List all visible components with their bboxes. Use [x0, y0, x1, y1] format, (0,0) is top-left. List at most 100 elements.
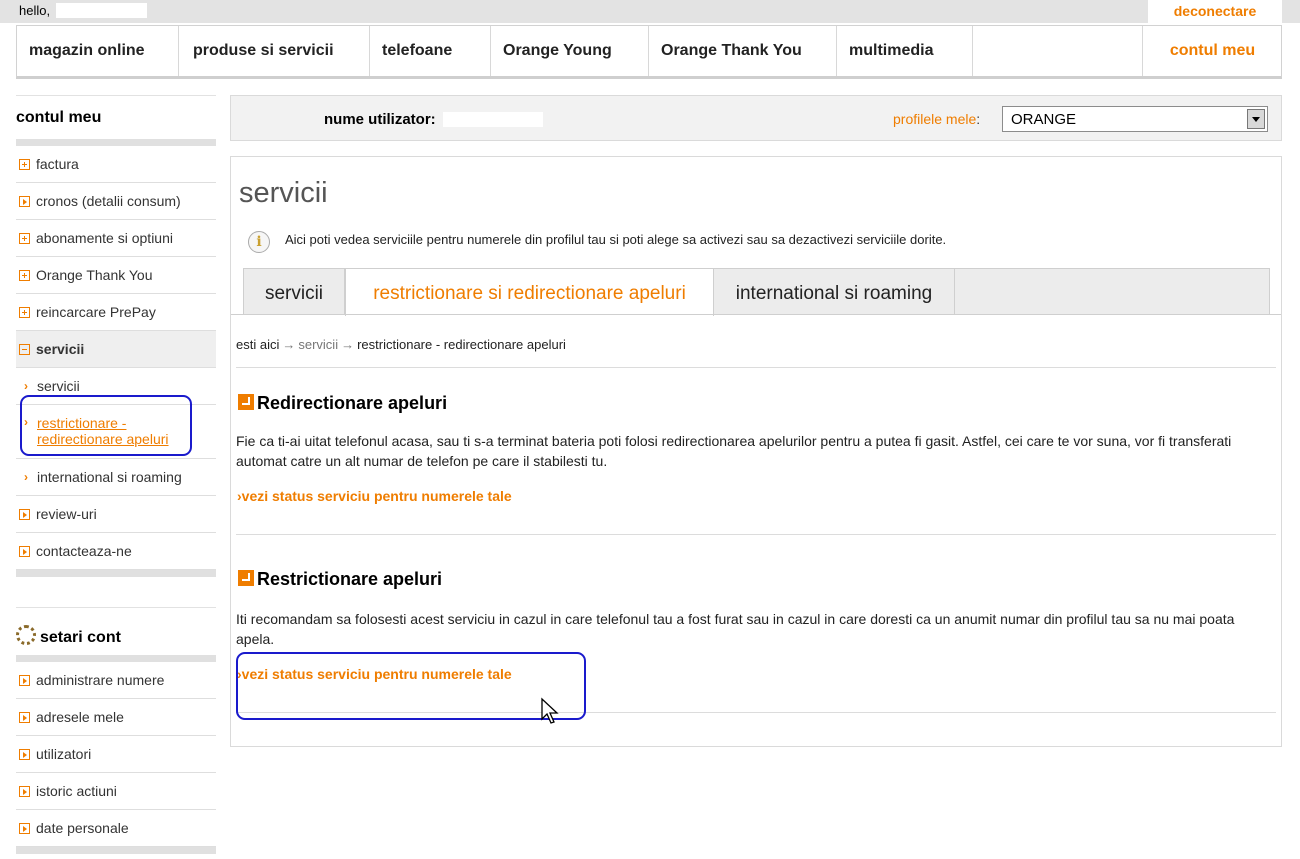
sidebar-item-servicii[interactable]: servicii [16, 331, 216, 368]
nav-contul-meu[interactable]: contul meu [1142, 26, 1282, 76]
status-link-redirectionare[interactable]: ›vezi status serviciu pentru numerele ta… [237, 488, 512, 504]
chevron-right-icon: › [24, 470, 28, 484]
sidebar-item-label: factura [36, 156, 79, 172]
arrow-icon [19, 195, 30, 207]
greeting: hello, [19, 3, 51, 18]
arrow-icon [19, 711, 30, 723]
sidebar-item-label: istoric actiuni [36, 783, 117, 799]
expand-icon [19, 232, 30, 244]
arrow-icon [19, 748, 30, 760]
breadcrumb-separator: → [282, 337, 296, 352]
sidebar-item-label: review-uri [36, 506, 97, 522]
tab-servicii[interactable]: servicii [244, 269, 345, 315]
arrow-icon [19, 545, 30, 557]
divider [16, 570, 216, 577]
redacted-username [56, 3, 147, 18]
sidebar-item-label: administrare numere [36, 672, 165, 688]
main-nav: magazin online produse si servicii telef… [16, 25, 1282, 79]
redacted-username [443, 112, 543, 127]
section-title-label: Redirectionare apeluri [257, 393, 448, 413]
section-text-redirectionare: Fie ca ti-ai uitat telefonul acasa, sau … [236, 433, 1232, 469]
sidebar-item-contact[interactable]: contacteaza-ne [16, 533, 216, 570]
sidebar-item-label: international si roaming [37, 469, 182, 485]
nav-magazin-online[interactable]: magazin online [17, 26, 179, 76]
arrow-down-icon [238, 570, 254, 586]
sidebar-item-administrare[interactable]: administrare numere [16, 662, 216, 699]
sidebar-item-label: reincarcare PrePay [36, 304, 156, 320]
section-title-label: Restrictionare apeluri [257, 569, 443, 589]
arrow-icon [19, 822, 30, 834]
info-icon: i [248, 231, 270, 253]
gear-icon [16, 625, 36, 645]
expand-icon [19, 306, 30, 318]
divider [16, 847, 216, 854]
sidebar-item-label: date personale [36, 820, 129, 836]
sidebar: contul meu factura cronos (detalii consu… [16, 95, 216, 854]
sidebar-item-label: Orange Thank You [36, 267, 153, 283]
page-title: servicii [239, 177, 328, 209]
sidebar-item-label: abonamente si optiuni [36, 230, 173, 246]
settings-title-label: setari cont [40, 629, 121, 646]
logout-link[interactable]: deconectare [1148, 0, 1282, 23]
chevron-right-icon: › [24, 379, 28, 393]
sidebar-title: contul meu [16, 95, 216, 139]
divider [16, 655, 216, 662]
sidebar-item-label: adresele mele [36, 709, 124, 725]
sidebar-item-orange-thank-you[interactable]: Orange Thank You [16, 257, 216, 294]
collapse-icon [19, 343, 30, 355]
breadcrumb-start: esti aici [236, 337, 280, 352]
tab-international-roaming[interactable]: international si roaming [714, 269, 955, 315]
nav-telefoane[interactable]: telefoane [370, 26, 491, 76]
sidebar-subitem-international[interactable]: › international si roaming [16, 459, 216, 496]
arrow-icon [19, 785, 30, 797]
profiles-label: profilele mele: [893, 111, 980, 127]
sidebar-item-label: servicii [36, 341, 85, 357]
settings-title: setari cont [16, 607, 216, 655]
profile-select-value: ORANGE [1011, 111, 1077, 128]
sidebar-item-istoric[interactable]: istoric actiuni [16, 773, 216, 810]
profiles-label-colon: : [976, 111, 981, 127]
divider [231, 314, 1281, 315]
sidebar-item-cronos[interactable]: cronos (detalii consum) [16, 183, 216, 220]
sidebar-item-label: utilizatori [36, 746, 92, 762]
divider [236, 534, 1276, 535]
sidebar-item-utilizatori[interactable]: utilizatori [16, 736, 216, 773]
section-title-restrictionare: Restrictionare apeluri [238, 569, 442, 590]
arrow-icon [19, 508, 30, 520]
sidebar-item-review[interactable]: review-uri [16, 496, 216, 533]
link-label: vezi status serviciu pentru numerele tal… [241, 488, 512, 504]
expand-icon [19, 158, 30, 170]
divider [16, 139, 216, 146]
sidebar-item-abonamente[interactable]: abonamente si optiuni [16, 220, 216, 257]
sidebar-item-label: contacteaza-ne [36, 543, 132, 559]
info-text: Aici poti vedea serviciile pentru numere… [285, 232, 947, 247]
divider [236, 367, 1276, 368]
breadcrumb-current: restrictionare - redirectionare apeluri [357, 337, 566, 352]
profile-bar: nume utilizator: profilele mele: ORANGE [230, 95, 1282, 141]
expand-icon [19, 269, 30, 281]
highlight-annotation [236, 652, 586, 720]
section-text-restrictionare: Iti recomandam sa folosesti acest servic… [236, 611, 1235, 647]
breadcrumb: esti aici → servicii → restrictionare - redi… [236, 337, 566, 352]
breadcrumb-servicii[interactable]: servicii [298, 337, 338, 352]
sidebar-item-reincarcare[interactable]: reincarcare PrePay [16, 294, 216, 331]
chevron-down-icon[interactable] [1247, 109, 1265, 129]
nav-multimedia[interactable]: multimedia [837, 26, 973, 76]
sidebar-item-label: servicii [37, 378, 80, 394]
arrow-icon [19, 674, 30, 686]
sidebar-item-label: cronos (detalii consum) [36, 193, 181, 209]
sidebar-item-date-personale[interactable]: date personale [16, 810, 216, 847]
mouse-cursor-icon [541, 697, 559, 724]
nav-orange-young[interactable]: Orange Young [491, 26, 649, 76]
profile-select[interactable]: ORANGE [1002, 106, 1268, 132]
top-bar: hello, deconectare [0, 0, 1300, 23]
sidebar-item-adrese[interactable]: adresele mele [16, 699, 216, 736]
highlight-annotation [20, 395, 192, 456]
nav-orange-thank-you[interactable]: Orange Thank You [649, 26, 837, 76]
profiles-label-text: profilele mele [893, 111, 977, 127]
arrow-down-icon [238, 394, 254, 410]
nav-produse-servicii[interactable]: produse si servicii [179, 26, 370, 76]
sidebar-item-factura[interactable]: factura [16, 146, 216, 183]
tab-restrictionare-redirectionare[interactable]: restrictionare si redirectionare apeluri [345, 269, 714, 316]
username-label: nume utilizator: [324, 111, 436, 128]
